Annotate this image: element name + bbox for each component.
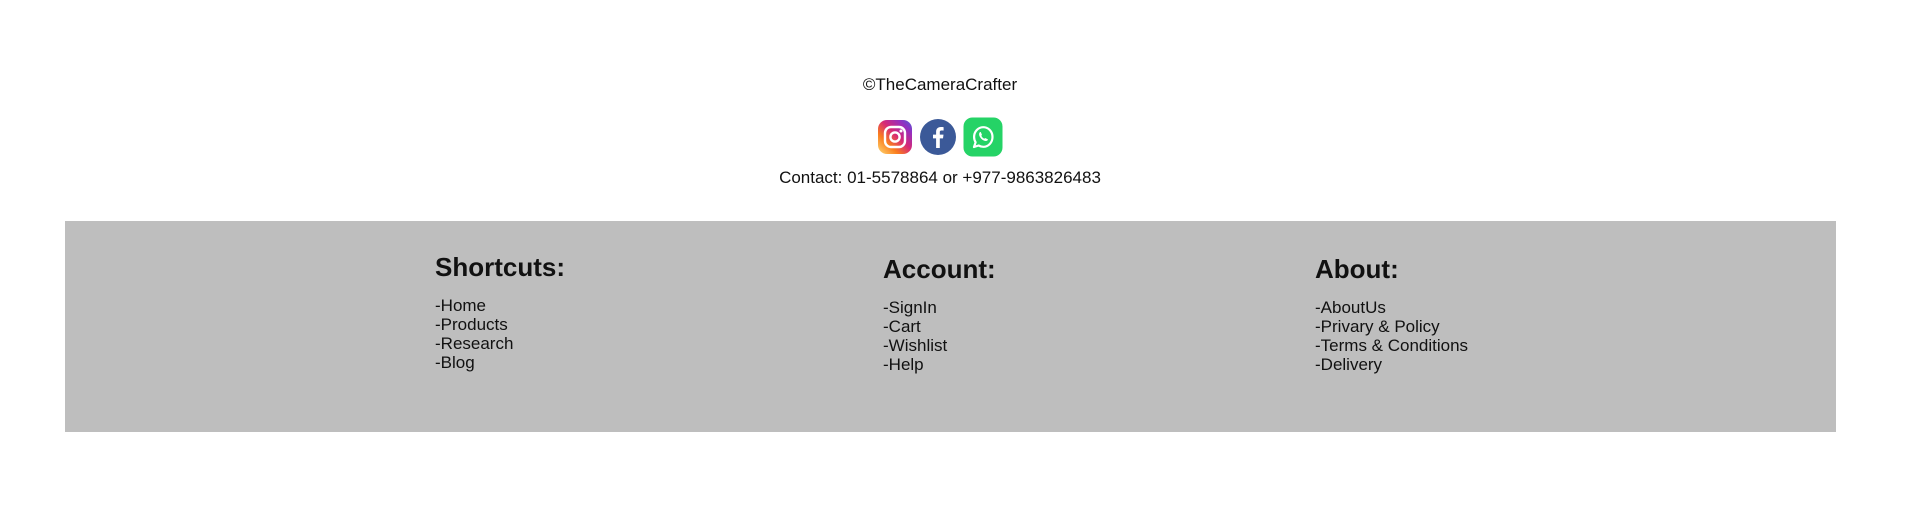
account-link-wishlist[interactable]: -Wishlist [883, 336, 996, 355]
whatsapp-link[interactable] [963, 117, 1003, 157]
about-list: -AboutUs -Privary & Policy -Terms & Cond… [1315, 298, 1468, 374]
account-column: Account: -SignIn -Cart -Wishlist -Help [883, 254, 996, 374]
facebook-icon [920, 119, 956, 155]
account-link-signin[interactable]: -SignIn [883, 298, 996, 317]
site-info: ©TheCameraCrafter Contact: 01-5578864 or… [0, 0, 1920, 220]
instagram-link[interactable] [877, 119, 913, 155]
shortcut-link-blog[interactable]: -Blog [435, 353, 565, 372]
shortcut-link-research[interactable]: -Research [435, 334, 565, 353]
copyright-text: ©TheCameraCrafter [862, 75, 1018, 94]
shortcut-link-products[interactable]: -Products [435, 315, 565, 334]
facebook-link[interactable] [919, 118, 957, 156]
instagram-icon [878, 120, 912, 154]
account-link-cart[interactable]: -Cart [883, 317, 996, 336]
social-links [0, 117, 1880, 157]
about-link-delivery[interactable]: -Delivery [1315, 355, 1468, 374]
about-link-terms[interactable]: -Terms & Conditions [1315, 336, 1468, 355]
shortcut-link-home[interactable]: -Home [435, 296, 565, 315]
footer-panel: Shortcuts: -Home -Products -Research -Bl… [65, 221, 1836, 432]
about-heading: About: [1315, 254, 1399, 284]
shortcuts-heading: Shortcuts: [435, 252, 565, 282]
account-heading: Account: [883, 254, 996, 284]
about-column: About: -AboutUs -Privary & Policy -Terms… [1315, 254, 1468, 374]
account-link-help[interactable]: -Help [883, 355, 996, 374]
about-link-aboutus[interactable]: -AboutUs [1315, 298, 1468, 317]
shortcuts-column: Shortcuts: -Home -Products -Research -Bl… [435, 252, 565, 372]
whatsapp-icon [963, 117, 1003, 157]
shortcuts-list: -Home -Products -Research -Blog [435, 296, 565, 372]
account-list: -SignIn -Cart -Wishlist -Help [883, 298, 996, 374]
about-link-privacy-policy[interactable]: -Privary & Policy [1315, 317, 1468, 336]
contact-text: Contact: 01-5578864 or +977-9863826483 [779, 168, 1101, 187]
